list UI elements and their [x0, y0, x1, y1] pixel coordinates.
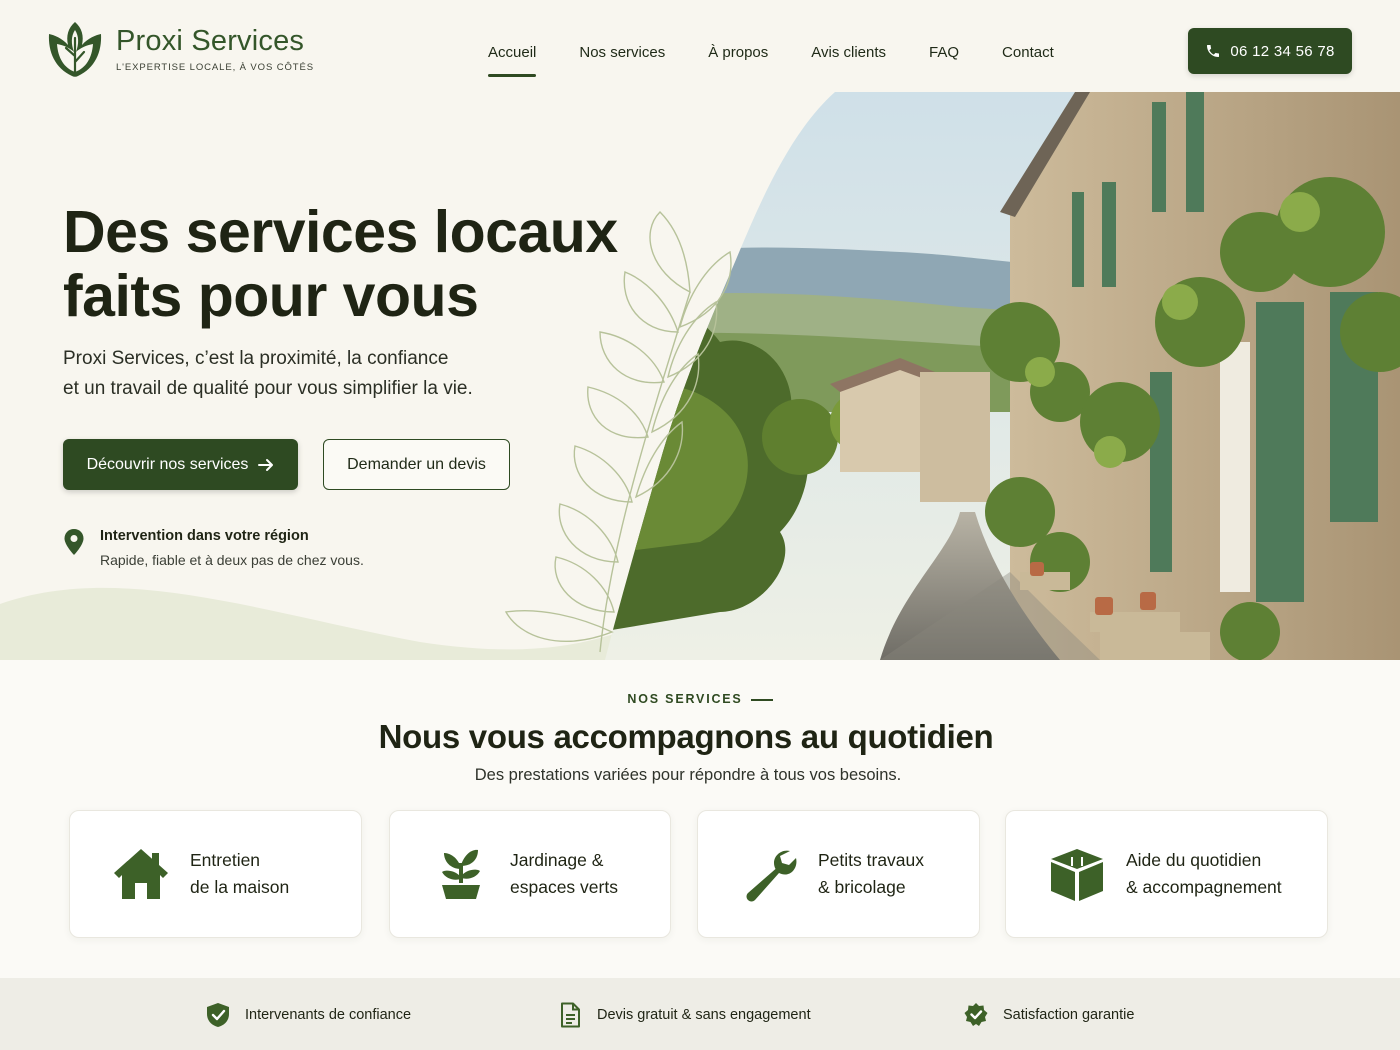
- phone-icon: [1207, 45, 1220, 57]
- house-icon: [114, 849, 168, 899]
- hero-text-line-1: Proxi Services, c’est la proximité, la c…: [63, 348, 449, 369]
- trust-label: Intervenants de confiance: [245, 1007, 412, 1023]
- request-quote-button[interactable]: Demander un devis: [323, 439, 510, 490]
- logo[interactable]: Proxi Services L'EXPERTISE LOCALE, À VOS…: [46, 18, 314, 82]
- arrow-right-icon: [258, 458, 274, 471]
- hero-text-line-2: et un travail de qualité pour vous simpl…: [63, 378, 473, 399]
- trust-item-quote: Devis gratuit & sans engagement: [557, 1002, 811, 1028]
- hero-title-line-2: faits pour vous: [63, 263, 479, 329]
- plant-icon: [442, 849, 480, 899]
- trust-bar: Intervenants de confiance Devis gratuit …: [0, 978, 1400, 1050]
- region-subtitle: Rapide, fiable et à deux pas de chez vou…: [100, 552, 364, 568]
- services-eyebrow: NOS SERVICES: [0, 692, 1400, 706]
- service-card-entretien[interactable]: Entretien de la maison: [69, 810, 362, 938]
- brand-tagline: L'EXPERTISE LOCALE, À VOS CÔTÉS: [116, 62, 314, 73]
- services-section: NOS SERVICES Nous vous accompagnons au q…: [0, 660, 1400, 978]
- leaf-logo-icon: [48, 22, 102, 77]
- discover-services-button[interactable]: Découvrir nos services: [63, 439, 298, 490]
- region-info: Intervention dans votre région Rapide, f…: [63, 528, 364, 568]
- nav-a-propos[interactable]: À propos: [708, 44, 768, 73]
- location-pin-icon: [64, 529, 84, 555]
- hero-title: Des services locaux faits pour vous: [63, 200, 623, 328]
- document-icon: [561, 1002, 580, 1028]
- hero-section: Des services locaux faits pour vous Prox…: [0, 92, 1400, 660]
- main-nav: Accueil Nos services À propos Avis clien…: [488, 44, 1054, 77]
- phone-button[interactable]: 06 12 34 56 78: [1188, 28, 1352, 74]
- box-icon: [1051, 849, 1103, 901]
- nav-faq[interactable]: FAQ: [929, 44, 959, 73]
- discover-services-label: Découvrir nos services: [86, 455, 249, 473]
- service-card-label: Aide du quotidien & accompagnement: [1126, 850, 1282, 897]
- services-eyebrow-label: NOS SERVICES: [627, 692, 743, 706]
- trust-label: Devis gratuit & sans engagement: [597, 1007, 811, 1023]
- service-card-aide[interactable]: Aide du quotidien & accompagnement: [1005, 810, 1328, 938]
- site-header: Proxi Services L'EXPERTISE LOCALE, À VOS…: [0, 0, 1400, 92]
- trust-item-satisfaction: Satisfaction garantie: [963, 1002, 1134, 1028]
- nav-contact[interactable]: Contact: [1002, 44, 1054, 73]
- services-subtitle: Des prestations variées pour répondre à …: [474, 766, 902, 784]
- brand-name: Proxi Services: [116, 25, 305, 57]
- service-card-travaux[interactable]: Petits travaux & bricolage: [697, 810, 980, 938]
- nav-avis-clients[interactable]: Avis clients: [811, 44, 886, 73]
- service-card-jardinage[interactable]: Jardinage & espaces verts: [389, 810, 671, 938]
- trust-label: Satisfaction garantie: [1003, 1007, 1135, 1023]
- wrench-icon: [746, 850, 797, 902]
- hero-description: Proxi Services, c’est la proximité, la c…: [63, 344, 523, 404]
- service-card-label: Entretien de la maison: [190, 850, 290, 897]
- region-title: Intervention dans votre région: [100, 528, 309, 544]
- nav-accueil[interactable]: Accueil: [488, 44, 537, 77]
- hero-title-line-1: Des services locaux: [63, 199, 618, 265]
- phone-number: 06 12 34 56 78: [1230, 42, 1335, 60]
- badge-check-icon: [964, 1003, 988, 1026]
- service-card-label: Petits travaux & bricolage: [818, 850, 925, 897]
- shield-check-icon: [207, 1003, 229, 1027]
- services-title: Nous vous accompagnons au quotidien: [378, 718, 994, 755]
- eyebrow-dash: [750, 698, 773, 701]
- trust-item-confidence: Intervenants de confiance: [205, 1002, 411, 1028]
- service-card-label: Jardinage & espaces verts: [510, 850, 618, 897]
- nav-nos-services[interactable]: Nos services: [579, 44, 665, 73]
